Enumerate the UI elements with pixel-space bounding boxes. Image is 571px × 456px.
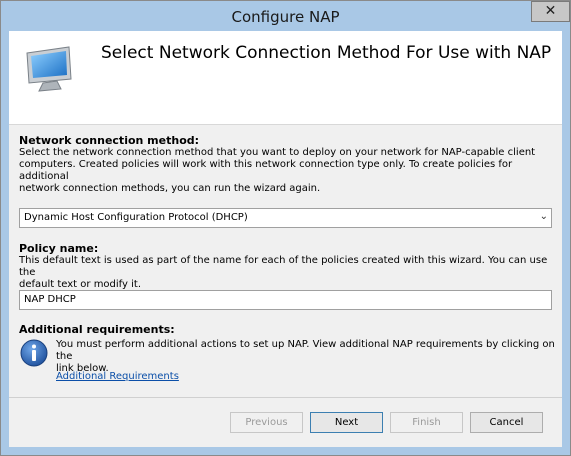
policy-name-description: This default text is used as part of the… (19, 255, 562, 291)
network-method-description-line: Select the network connection method tha… (19, 147, 536, 158)
cancel-button[interactable]: Cancel (470, 412, 543, 433)
chevron-down-icon[interactable]: ⌄ (540, 211, 548, 222)
policy-name-description-line: This default text is used as part of the… (19, 255, 548, 278)
header-panel: Select Network Connection Method For Use… (9, 31, 562, 125)
close-button[interactable]: ✕ (531, 1, 570, 22)
network-method-label: Network connection method: (19, 134, 200, 147)
next-button[interactable]: Next (310, 412, 383, 433)
network-method-selected: Dynamic Host Configuration Protocol (DHC… (24, 212, 248, 223)
finish-button[interactable]: Finish (390, 412, 463, 433)
info-icon (20, 339, 48, 367)
network-method-description-line: network connection methods, you can run … (19, 183, 321, 194)
wizard-page: Select Network Connection Method For Use… (9, 31, 562, 447)
policy-name-label: Policy name: (19, 242, 99, 255)
computer-monitor-icon (26, 46, 72, 92)
additional-requirements-line: You must perform additional actions to s… (56, 339, 555, 362)
title-bar[interactable]: Configure NAP ✕ (1, 1, 570, 31)
configure-nap-window: Configure NAP ✕ Select Network Connectio… (0, 0, 571, 456)
network-method-dropdown[interactable]: Dynamic Host Configuration Protocol (DHC… (19, 208, 552, 228)
network-method-description-line: computers. Created policies will work wi… (19, 159, 513, 182)
policy-name-input[interactable]: NAP DHCP (19, 290, 552, 310)
previous-button[interactable]: Previous (230, 412, 303, 433)
page-title: Select Network Connection Method For Use… (101, 43, 552, 63)
window-title: Configure NAP (231, 8, 340, 26)
additional-requirements-link[interactable]: Additional Requirements (56, 371, 179, 382)
additional-requirements-text: You must perform additional actions to s… (56, 339, 562, 375)
button-separator (9, 397, 562, 398)
policy-name-value: NAP DHCP (24, 294, 76, 305)
additional-requirements-label: Additional requirements: (19, 323, 175, 336)
network-method-description: Select the network connection method tha… (19, 147, 562, 195)
